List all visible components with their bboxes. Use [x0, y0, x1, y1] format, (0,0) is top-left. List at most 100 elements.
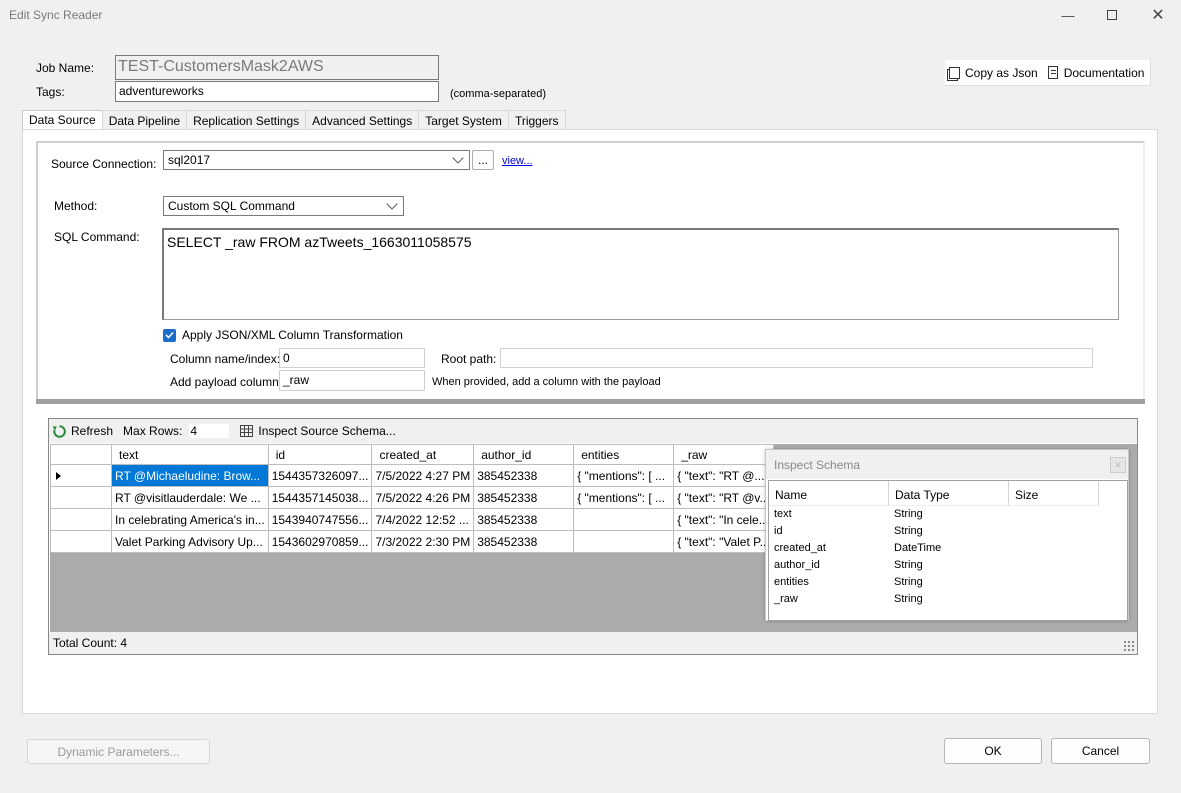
root-path-field[interactable] [500, 348, 1093, 368]
grid-cell[interactable]: 385452338 [473, 486, 575, 509]
tab-target-system[interactable]: Target System [418, 110, 509, 130]
grid-cell[interactable]: 385452338 [473, 508, 575, 531]
tab-data-source[interactable]: Data Source [22, 110, 103, 131]
grid-header-row: text id created_at author_id entities _r… [50, 444, 775, 465]
grid-toolbar: Refresh Max Rows: 4 Inspect Source Schem… [49, 419, 1137, 443]
grid-cell[interactable]: { "text": "Valet P... [673, 530, 775, 553]
tags-label: Tags: [36, 85, 65, 99]
current-row-icon [56, 471, 61, 480]
grid-cell[interactable]: 1544357326097... [267, 464, 373, 487]
cancel-button[interactable]: Cancel [1051, 738, 1150, 764]
schema-row[interactable]: id String [774, 525, 923, 537]
grid-cell[interactable]: 1544357145038... [267, 486, 373, 509]
documentation-label: Documentation [1063, 65, 1145, 80]
copy-json-button[interactable]: Copy as Json [949, 66, 1038, 80]
schema-header-type[interactable]: Data Type [889, 481, 1009, 506]
grid-cell[interactable]: 7/3/2022 2:30 PM [371, 530, 475, 553]
inspect-schema-button[interactable]: Inspect Source Schema... [240, 424, 396, 438]
document-icon [1047, 66, 1058, 79]
schema-row[interactable]: created_at DateTime [774, 542, 941, 554]
payload-column-field[interactable]: _raw [279, 370, 425, 391]
schema-field-name: created_at [774, 542, 826, 554]
tab-triggers[interactable]: Triggers [507, 110, 566, 130]
minimize-button[interactable]: — [1045, 0, 1091, 30]
tab-data-pipeline[interactable]: Data Pipeline [101, 110, 188, 130]
grid-cell[interactable]: { "mentions": [ ... [573, 464, 675, 487]
grid-cell[interactable]: 7/5/2022 4:26 PM [371, 486, 475, 509]
tab-replication-settings[interactable]: Replication Settings [186, 110, 307, 130]
grid-cell[interactable]: 7/4/2022 12:52 ... [371, 508, 475, 531]
grid-cell[interactable]: In celebrating America's in... [111, 508, 269, 531]
schema-field-type: String [894, 593, 923, 605]
tags-field[interactable]: adventureworks [115, 81, 439, 102]
column-header[interactable]: _raw [673, 444, 775, 465]
tab-bar: Data Source Data Pipeline Replication Se… [22, 110, 566, 131]
sql-command-textarea[interactable]: SELECT _raw FROM azTweets_1663011058575 [162, 228, 1119, 320]
table-row[interactable]: Valet Parking Advisory Up... 15436029708… [50, 530, 775, 553]
schema-field-name: entities [774, 576, 809, 588]
schema-row[interactable]: text String [774, 508, 923, 520]
grid-cell[interactable] [573, 530, 675, 553]
schema-field-type: String [894, 576, 923, 588]
maximize-icon [1107, 10, 1117, 20]
refresh-button[interactable]: Refresh [52, 424, 113, 439]
grid-cell[interactable]: 385452338 [473, 530, 575, 553]
schema-close-button[interactable]: ✕ [1110, 457, 1126, 473]
resize-grip-icon[interactable] [1123, 640, 1135, 652]
apply-transformation-checkbox[interactable]: Apply JSON/XML Column Transformation [163, 328, 403, 342]
row-selector[interactable] [50, 530, 112, 553]
view-connection-link[interactable]: view... [502, 155, 533, 167]
grid-cell[interactable]: RT @Michaeludine: Brow... [111, 464, 269, 487]
grid-cell[interactable]: { "text": "RT @v... [673, 486, 775, 509]
source-connection-value: sql2017 [168, 153, 211, 167]
schema-list: Name Data Type Size text String id String … [768, 480, 1128, 621]
column-header[interactable]: entities [573, 444, 675, 465]
grid-cell[interactable]: 1543940747556... [267, 508, 373, 531]
column-header[interactable]: text [111, 444, 269, 465]
copy-json-label: Copy as Json [965, 65, 1038, 80]
inspect-schema-title: Inspect Schema [766, 450, 1128, 479]
schema-header-size[interactable]: Size [1009, 481, 1099, 506]
grid-cell[interactable]: { "text": "RT @... [673, 464, 775, 487]
column-header[interactable]: created_at [371, 444, 475, 465]
ok-button[interactable]: OK [944, 738, 1042, 764]
job-name-field[interactable]: TEST-CustomersMask2AWS [115, 55, 439, 80]
row-selector[interactable] [50, 464, 112, 487]
schema-header-name[interactable]: Name [769, 481, 889, 506]
row-selector[interactable] [50, 508, 112, 531]
table-row[interactable]: In celebrating America's in... 154394074… [50, 508, 775, 531]
schema-row[interactable]: author_id String [774, 559, 923, 571]
maximize-button[interactable] [1089, 0, 1135, 30]
browse-connection-button[interactable]: ... [472, 150, 494, 170]
schema-row[interactable]: _raw String [774, 593, 923, 605]
grid-cell[interactable]: 7/5/2022 4:27 PM [371, 464, 475, 487]
schema-field-name: id [774, 525, 783, 537]
grid-cell[interactable]: Valet Parking Advisory Up... [111, 530, 269, 553]
max-rows-field[interactable]: 4 [189, 424, 230, 438]
grid-cell[interactable]: { "text": "In cele... [673, 508, 775, 531]
inspect-schema-panel: Inspect Schema ✕ Name Data Type Size tex… [765, 449, 1129, 621]
grid-cell[interactable]: 1543602970859... [267, 530, 373, 553]
row-selector[interactable] [50, 486, 112, 509]
documentation-button[interactable]: Documentation [1047, 65, 1145, 80]
schema-row[interactable]: entities String [774, 576, 923, 588]
method-select[interactable]: Custom SQL Command [163, 196, 404, 216]
close-button[interactable]: ✕ [1135, 0, 1181, 30]
grid-cell[interactable]: RT @visitlauderdale: We ... [111, 486, 269, 509]
source-connection-select[interactable]: sql2017 [163, 150, 470, 170]
dynamic-parameters-button[interactable]: Dynamic Parameters... [27, 739, 210, 764]
column-name-field[interactable]: 0 [279, 348, 425, 368]
table-row[interactable]: RT @visitlauderdale: We ... 154435714503… [50, 486, 775, 509]
grid-cell[interactable] [573, 508, 675, 531]
column-header[interactable]: author_id [473, 444, 575, 465]
splitter[interactable] [36, 399, 1145, 404]
header-toolbar: Copy as Json Documentation [945, 60, 1151, 86]
tags-hint: (comma-separated) [450, 88, 546, 100]
apply-transformation-label: Apply JSON/XML Column Transformation [182, 328, 403, 342]
column-header[interactable]: id [267, 444, 373, 465]
grid-cell[interactable]: 385452338 [473, 464, 575, 487]
grid-cell[interactable]: { "mentions": [ ... [573, 486, 675, 509]
tab-advanced-settings[interactable]: Advanced Settings [305, 110, 420, 130]
table-row[interactable]: RT @Michaeludine: Brow... 1544357326097.… [50, 464, 775, 487]
payload-column-label: Add payload column: [170, 375, 283, 389]
